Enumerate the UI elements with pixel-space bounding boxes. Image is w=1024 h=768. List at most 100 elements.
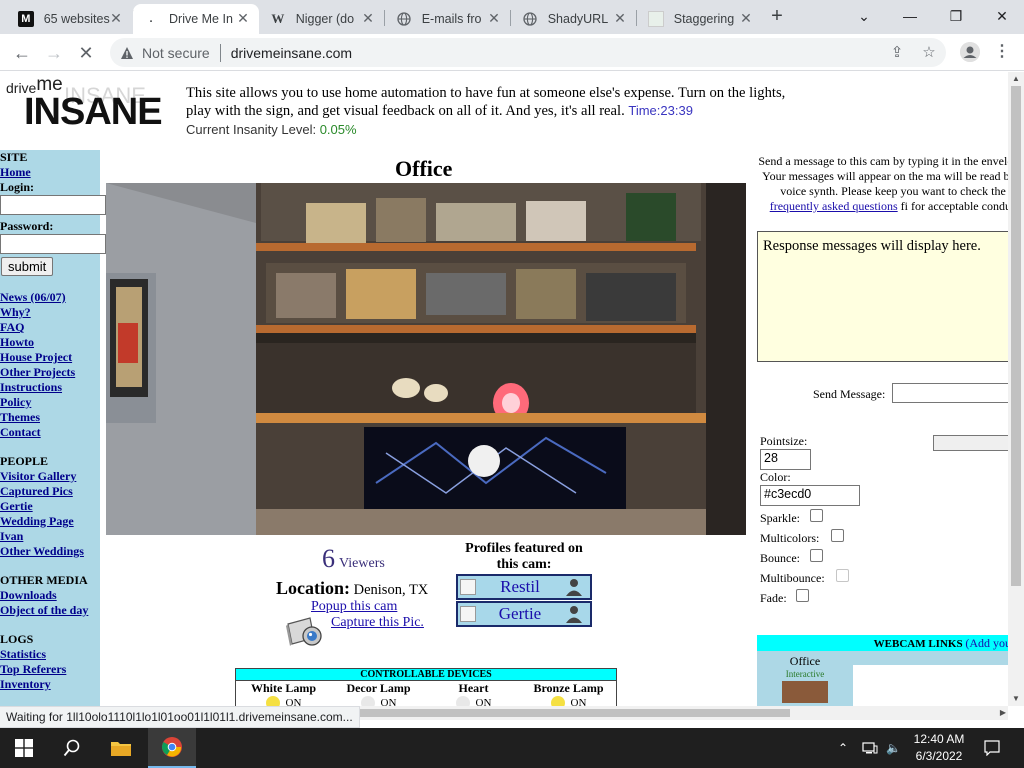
webcam-image[interactable] <box>106 183 746 535</box>
intro-text: This site allows you to use home automat… <box>186 85 786 119</box>
camera-icon[interactable] <box>284 612 328 654</box>
new-tab-button[interactable]: + <box>766 6 788 28</box>
sidebar-link[interactable]: Policy <box>0 395 100 410</box>
tray-chevron-icon[interactable]: ⌃ <box>838 728 848 768</box>
sidebar-link[interactable]: Themes <box>0 410 100 425</box>
logs-links: Statistics Top Referers Inventory <box>0 647 100 692</box>
sidebar-link[interactable]: Instructions <box>0 380 100 395</box>
password-input[interactable] <box>0 234 106 254</box>
add-your-link[interactable]: (Add your <box>965 636 1008 650</box>
media-link[interactable]: Downloads <box>0 588 100 603</box>
multibounce-checkbox[interactable] <box>836 569 849 582</box>
faq-link[interactable]: frequently asked questions <box>770 199 898 213</box>
close-tab-icon[interactable]: ✕ <box>612 10 628 26</box>
share-icon[interactable]: ⇪ <box>888 44 906 62</box>
vertical-scrollbar[interactable]: ▲ ▼ <box>1008 72 1024 706</box>
login-label: Login: <box>0 180 35 194</box>
close-tab-icon[interactable]: ✕ <box>360 10 376 26</box>
sidebar-link[interactable]: Howto <box>0 335 100 350</box>
pointsize-input[interactable]: 28 <box>760 449 811 470</box>
menu-kebab-icon[interactable]: ⋮ <box>994 42 1010 62</box>
sidebar-link[interactable]: Other Projects <box>0 365 100 380</box>
capture-pic-link[interactable]: Capture this Pic. <box>331 615 424 631</box>
sidebar-link[interactable]: House Project <box>0 350 100 365</box>
profile-restil[interactable]: Restil <box>456 574 592 600</box>
profile-name[interactable]: Gertie <box>476 604 564 624</box>
security-label[interactable]: Not secure <box>142 45 210 61</box>
login-input[interactable] <box>0 195 106 215</box>
close-tab-icon[interactable]: ✕ <box>235 10 251 26</box>
notifications-icon[interactable] <box>984 728 1000 768</box>
scroll-up-icon[interactable]: ▲ <box>1008 72 1024 86</box>
media-link[interactable]: Object of the day <box>0 603 100 618</box>
sidebar-link-home[interactable]: Home <box>0 165 100 180</box>
color-label: Color: <box>760 470 791 484</box>
tab-65-websites[interactable]: M 65 websites ✕ <box>8 4 132 34</box>
logs-link[interactable]: Top Referers <box>0 662 100 677</box>
send-message-input[interactable] <box>892 383 1008 403</box>
restore-button[interactable]: ❐ <box>938 4 974 28</box>
multicolors-checkbox[interactable] <box>831 529 844 542</box>
forward-button[interactable]: → <box>42 41 66 65</box>
chrome-icon[interactable] <box>148 728 196 768</box>
people-link[interactable]: Ivan <box>0 529 100 544</box>
webcam-thumbnail[interactable] <box>782 681 828 703</box>
scroll-right-icon[interactable]: ▶ <box>1000 706 1006 720</box>
broken-image-icon <box>460 606 476 622</box>
people-link[interactable]: Captured Pics <box>0 484 100 499</box>
people-link[interactable]: Gertie <box>0 499 100 514</box>
people-link[interactable]: Visitor Gallery <box>0 469 100 484</box>
vertical-scroll-thumb[interactable] <box>1011 86 1021 586</box>
profile-avatar-icon[interactable] <box>960 42 980 62</box>
webcam-link-office[interactable]: Office Interactive <box>757 651 853 706</box>
people-link[interactable]: Wedding Page <box>0 514 100 529</box>
sidebar-link[interactable]: Why? <box>0 305 100 320</box>
url-text[interactable]: drivemeinsane.com <box>231 45 352 61</box>
device-toggle[interactable]: ON <box>521 696 616 706</box>
submit-button[interactable]: submit <box>1 257 54 276</box>
tab-search-chevron-icon[interactable]: ⌄ <box>846 4 882 28</box>
logs-link[interactable]: Statistics <box>0 647 100 662</box>
tab-wikipedia[interactable]: W Nigger (do ✕ <box>260 4 384 34</box>
volume-icon[interactable]: 🔈 <box>886 728 901 768</box>
address-bar[interactable]: Not secure drivemeinsane.com ⇪ ☆ <box>110 38 946 67</box>
device-toggle[interactable]: ON <box>426 696 521 706</box>
bounce-checkbox[interactable] <box>810 549 823 562</box>
minimize-button[interactable]: — <box>892 4 928 28</box>
tab-emails[interactable]: E-mails fro ✕ <box>386 4 510 34</box>
color-input[interactable]: #c3ecd0 <box>760 485 860 506</box>
clear-button[interactable]: C <box>933 435 1008 451</box>
profile-gertie[interactable]: Gertie <box>456 601 592 627</box>
scroll-down-icon[interactable]: ▼ <box>1008 692 1024 706</box>
clock[interactable]: 12:40 AM 6/3/2022 <box>900 731 978 765</box>
file-explorer-icon[interactable] <box>97 728 145 768</box>
sparkle-checkbox[interactable] <box>810 509 823 522</box>
network-icon[interactable] <box>862 728 878 768</box>
fade-checkbox[interactable] <box>796 589 809 602</box>
sparkle-label: Sparkle: <box>760 511 800 525</box>
site-logo[interactable]: INSANE driveme INSANE <box>4 74 176 141</box>
sidebar-link[interactable]: Contact <box>0 425 100 440</box>
windows-taskbar: ⌃ 🔈 12:40 AM 6/3/2022 <box>0 728 1024 768</box>
tab-staggering[interactable]: Staggering ✕ <box>638 4 762 34</box>
search-icon[interactable] <box>48 728 96 768</box>
windows-start-icon[interactable] <box>0 728 48 768</box>
tab-shadyurl[interactable]: ShadyURL ✕ <box>512 4 636 34</box>
tab-drive-me-insane[interactable]: . Drive Me In ✕ <box>133 4 259 34</box>
close-tab-icon[interactable]: ✕ <box>486 10 502 26</box>
close-tab-icon[interactable]: ✕ <box>108 10 124 26</box>
close-window-button[interactable]: ✕ <box>984 4 1020 28</box>
bookmark-star-icon[interactable]: ☆ <box>920 44 938 62</box>
logs-link[interactable]: Inventory <box>0 677 100 692</box>
people-link[interactable]: Other Weddings <box>0 544 100 559</box>
device-toggle[interactable]: ON <box>331 696 426 706</box>
back-button[interactable]: ← <box>10 41 34 65</box>
sidebar-link[interactable]: FAQ <box>0 320 100 335</box>
device-toggle[interactable]: ON <box>236 696 331 706</box>
device-state: ON <box>285 697 302 706</box>
warning-icon[interactable] <box>120 46 134 60</box>
stop-loading-button[interactable]: ✕ <box>74 41 98 65</box>
close-tab-icon[interactable]: ✕ <box>738 10 754 26</box>
sidebar-link[interactable]: News (06/07) <box>0 290 100 305</box>
profile-name[interactable]: Restil <box>476 577 564 597</box>
